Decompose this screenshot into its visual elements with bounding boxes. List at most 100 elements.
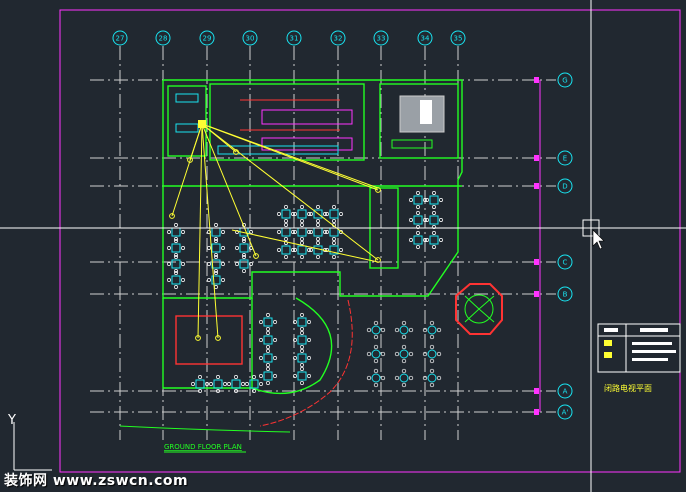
chair	[309, 230, 313, 234]
chair	[300, 219, 304, 223]
outdoor-chair	[401, 382, 407, 388]
outdoor-chair	[429, 382, 435, 388]
outdoor-chair	[380, 351, 386, 357]
chair	[300, 331, 304, 335]
outdoor-table	[371, 373, 381, 383]
chair	[316, 255, 320, 259]
chair	[300, 345, 304, 349]
chair	[284, 223, 288, 227]
chair	[409, 238, 413, 242]
dining-table	[329, 227, 339, 237]
chair	[409, 218, 413, 222]
outdoor-table	[399, 325, 409, 335]
sight-line	[207, 125, 379, 189]
chair	[416, 205, 420, 209]
dining-table	[329, 209, 339, 219]
ucs-y-label: Y	[7, 413, 16, 428]
cad-drawing-canvas[interactable]: 闭路电视平面 GROUND FLOOR PLAN Y 27 28 29 30 31 32 3…	[0, 0, 686, 492]
dining-table	[281, 227, 291, 237]
chair	[300, 241, 304, 245]
outdoor-chair	[394, 375, 400, 381]
chair	[277, 212, 281, 216]
chair	[181, 230, 185, 234]
chair	[439, 218, 443, 222]
chair	[174, 255, 178, 259]
chair	[416, 211, 420, 215]
chair	[216, 375, 220, 379]
row-tag-label: G	[562, 77, 567, 85]
dining-table	[211, 227, 221, 237]
chair	[241, 382, 245, 386]
outdoor-chair	[401, 334, 407, 340]
chair	[266, 349, 270, 353]
row-tag-label: A'	[562, 409, 569, 417]
chair	[425, 218, 429, 222]
dining-table	[171, 275, 181, 285]
dimension-tick	[534, 409, 539, 415]
chair	[191, 382, 195, 386]
outdoor-chair	[436, 375, 442, 381]
chair	[300, 327, 304, 331]
chair	[266, 327, 270, 331]
chair	[316, 237, 320, 241]
dining-table	[297, 317, 307, 327]
outdoor-chair	[408, 327, 414, 333]
dining-table	[171, 259, 181, 269]
outdoor-chair	[373, 334, 379, 340]
chair	[207, 278, 211, 282]
dining-table	[263, 317, 273, 327]
chair	[221, 278, 225, 282]
chair	[425, 198, 429, 202]
chair	[432, 191, 436, 195]
chair	[266, 331, 270, 335]
outdoor-chair	[373, 358, 379, 364]
outdoor-chair	[366, 375, 372, 381]
dining-table	[239, 243, 249, 253]
chair	[259, 374, 263, 378]
chair	[332, 241, 336, 245]
chair	[300, 223, 304, 227]
outdoor-chair	[401, 344, 407, 350]
outdoor-chair	[429, 334, 435, 340]
column-tag-label: 31	[290, 35, 299, 43]
chair	[214, 223, 218, 227]
chair	[316, 223, 320, 227]
chair	[300, 313, 304, 317]
chair	[266, 345, 270, 349]
chair	[332, 205, 336, 209]
dining-table	[195, 379, 205, 389]
dining-table	[297, 245, 307, 255]
column-tag-label: 32	[334, 35, 343, 43]
legend-box	[597, 323, 681, 373]
chair	[167, 278, 171, 282]
chair	[316, 219, 320, 223]
chair	[416, 191, 420, 195]
outdoor-chair	[380, 375, 386, 381]
outdoor-chair	[394, 351, 400, 357]
outdoor-table	[371, 325, 381, 335]
chair	[214, 239, 218, 243]
chair	[235, 262, 239, 266]
outdoor-chair	[429, 344, 435, 350]
chair	[259, 356, 263, 360]
chair	[223, 382, 227, 386]
cctv-hub-marker	[198, 120, 206, 128]
column-tag-label: 34	[421, 35, 430, 43]
dining-table	[281, 209, 291, 219]
outdoor-table	[399, 349, 409, 359]
column-tag-label: 27	[116, 35, 125, 43]
dining-furniture	[167, 191, 443, 393]
chair	[221, 262, 225, 266]
chair	[432, 205, 436, 209]
chair	[300, 367, 304, 371]
chair	[167, 262, 171, 266]
sight-line	[189, 123, 203, 161]
chair	[309, 248, 313, 252]
chair	[284, 237, 288, 241]
chair	[307, 356, 311, 360]
dining-table	[281, 245, 291, 255]
chair	[325, 230, 329, 234]
chair	[266, 381, 270, 385]
dining-table	[429, 235, 439, 245]
chair	[235, 246, 239, 250]
